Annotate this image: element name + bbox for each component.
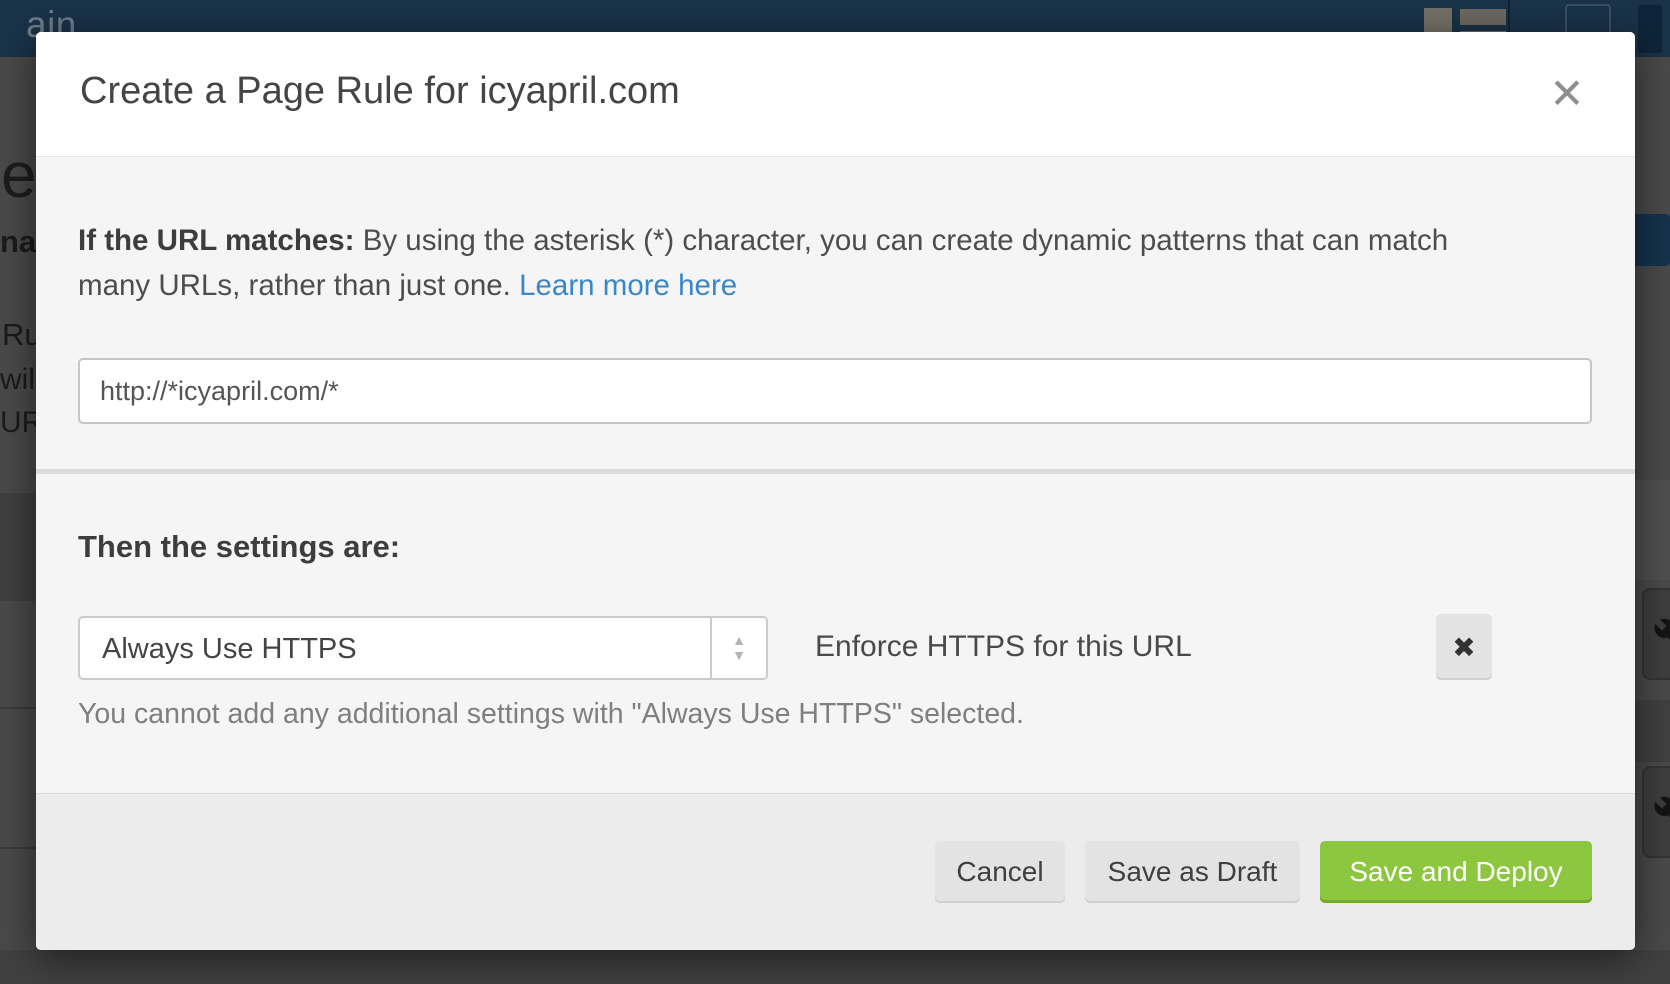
wrench-icon (1653, 617, 1670, 653)
list-lines-icon (1460, 9, 1506, 25)
create-page-rule-modal: Create a Page Rule for icyapril.com ✕ If… (36, 32, 1635, 950)
background-bottom-band (0, 950, 1670, 984)
remove-setting-button[interactable]: ✖ (1436, 614, 1492, 680)
background-heading-fragment: e (1, 138, 37, 212)
background-row-band (1635, 700, 1670, 762)
chevron-down-icon: ▼ (732, 649, 746, 662)
setting-select-dropdown[interactable]: Always Use HTTPS ▲ ▼ (78, 616, 768, 680)
modal-title: Create a Page Rule for icyapril.com (80, 70, 680, 113)
learn-more-link[interactable]: Learn more here (519, 269, 737, 302)
setting-restriction-note: You cannot add any additional settings w… (78, 698, 1024, 731)
url-match-label: If the URL matches: (78, 224, 354, 257)
select-spinner-icons: ▲ ▼ (710, 618, 766, 678)
background-table-header-band (0, 493, 36, 601)
modal-header: Create a Page Rule for icyapril.com ✕ (36, 32, 1635, 157)
cancel-button[interactable]: Cancel (935, 841, 1065, 903)
setting-description: Enforce HTTPS for this URL (815, 630, 1192, 664)
remove-x-icon: ✖ (1452, 631, 1475, 664)
setting-row: Always Use HTTPS ▲ ▼ Enforce HTTPS for t… (36, 616, 1635, 680)
setting-select-value: Always Use HTTPS (102, 633, 357, 666)
background-row-divider (0, 847, 36, 849)
wrench-icon (1653, 795, 1670, 831)
background-blue-button-fragment (1630, 214, 1670, 266)
chevron-up-icon: ▲ (732, 634, 746, 647)
save-as-draft-button[interactable]: Save as Draft (1085, 841, 1300, 903)
background-row-divider (0, 707, 36, 709)
close-icon[interactable]: ✕ (1543, 70, 1591, 118)
navbar-button-fragment (1638, 5, 1662, 53)
section-divider (36, 469, 1635, 474)
modal-footer: Cancel Save as Draft Save and Deploy (36, 793, 1635, 950)
settings-heading: Then the settings are: (78, 529, 400, 565)
save-and-deploy-button[interactable]: Save and Deploy (1320, 841, 1592, 903)
url-match-description: If the URL matches: By using the asteris… (78, 218, 1488, 308)
background-row-band (1635, 480, 1670, 580)
background-wrench-button (1642, 588, 1670, 680)
background-wrench-button (1642, 766, 1670, 858)
url-pattern-input[interactable] (78, 358, 1592, 424)
